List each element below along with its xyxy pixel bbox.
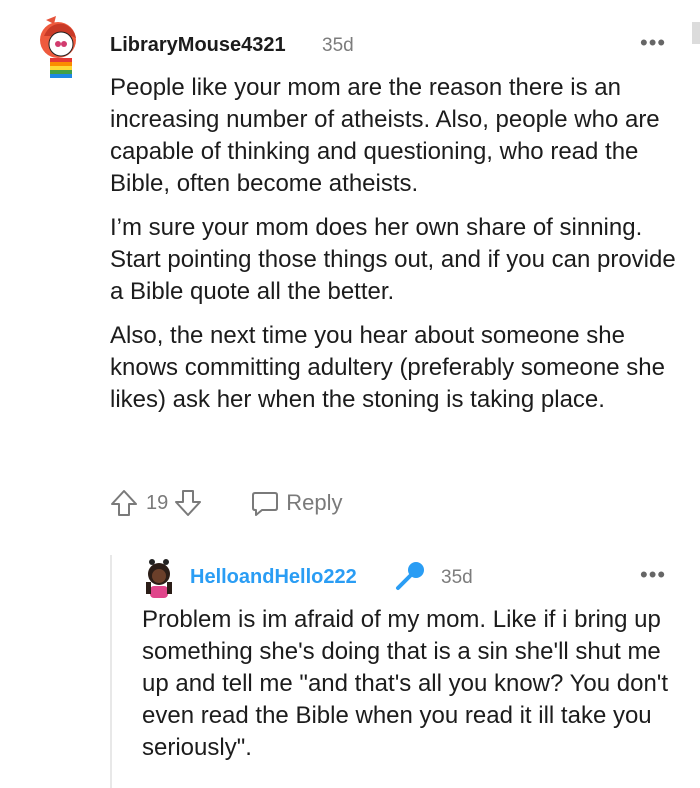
thread-line[interactable] [110, 555, 112, 788]
comment-actions: 19 Reply [110, 488, 343, 518]
scrollbar-thumb[interactable] [692, 22, 700, 44]
comment-timestamp: 35d [441, 567, 473, 588]
comment-paragraph: Also, the next time you hear about someo… [110, 322, 665, 413]
comment-username[interactable]: LibraryMouse4321 [110, 34, 286, 57]
comment-username[interactable]: HelloandHello222 [190, 566, 357, 589]
comment-timestamp: 35d [322, 35, 354, 56]
comment-paragraph: I’m sure your mom does her own share of … [110, 214, 676, 305]
comment-paragraph: People like your mom are the reason ther… [110, 74, 660, 197]
more-horizontal-icon[interactable]: ••• [640, 564, 666, 586]
comment-bubble-icon [250, 488, 280, 518]
reply-label: Reply [286, 490, 343, 515]
reply-button[interactable]: Reply [250, 488, 343, 518]
comment-body: Problem is im afraid of my mom. Like if … [142, 604, 682, 764]
comment-body: People like your mom are the reason ther… [110, 72, 685, 416]
upvote-icon[interactable] [110, 488, 138, 518]
comment-paragraph: Problem is im afraid of my mom. Like if … [142, 606, 669, 761]
more-horizontal-icon[interactable]: ••• [640, 32, 666, 54]
downvote-icon[interactable] [174, 488, 202, 518]
avatar[interactable] [34, 14, 88, 78]
microphone-icon [393, 559, 427, 593]
vote-count: 19 [146, 491, 169, 514]
avatar[interactable] [140, 556, 178, 600]
